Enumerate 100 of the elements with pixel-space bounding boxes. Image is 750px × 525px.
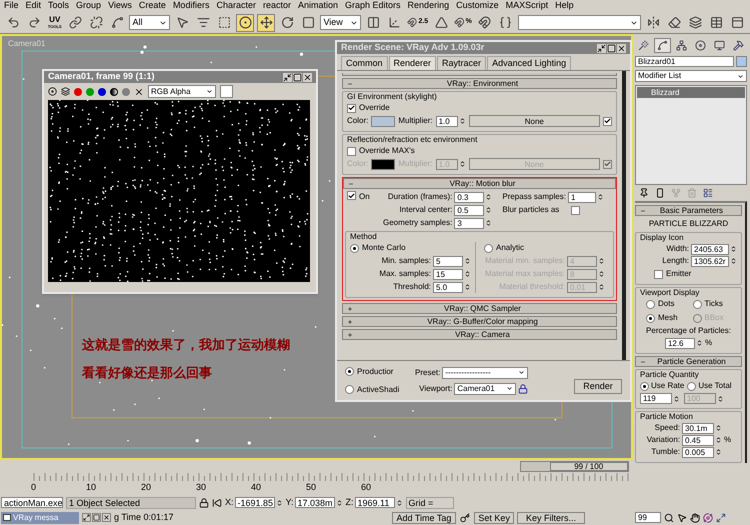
- number-field[interactable]: 2405.63: [691, 244, 729, 254]
- number-field[interactable]: 1.0: [436, 116, 458, 126]
- number-field[interactable]: 5: [433, 256, 463, 266]
- search-icon[interactable]: [664, 512, 674, 522]
- viewport-dropdown[interactable]: Camera01: [454, 382, 516, 394]
- radio-button[interactable]: [687, 382, 696, 390]
- maximize-icon[interactable]: [607, 44, 616, 52]
- toolbar-button[interactable]: [236, 14, 254, 32]
- number-field[interactable]: 119: [640, 393, 672, 404]
- minimize-icon[interactable]: [283, 72, 292, 82]
- menu-item[interactable]: Animation: [298, 0, 338, 13]
- number-field[interactable]: 1: [568, 192, 596, 202]
- spinner-arrows-icon[interactable]: [730, 256, 737, 266]
- menu-item[interactable]: Help: [555, 0, 574, 13]
- time-slider-thumb[interactable]: 99 / 100: [550, 462, 628, 471]
- spinner-arrows-icon[interactable]: [715, 435, 722, 445]
- close-icon[interactable]: [102, 513, 111, 522]
- radio-button[interactable]: [646, 300, 655, 308]
- dialog-tab[interactable]: Advanced Lighting: [487, 56, 572, 70]
- color-swatch[interactable]: [371, 116, 396, 126]
- maxscript-field[interactable]: actionMan.exe: [1, 497, 63, 508]
- command-tab[interactable]: [654, 38, 671, 53]
- dropdown[interactable]: All: [129, 15, 170, 30]
- spinner-arrows-icon[interactable]: [730, 244, 737, 254]
- dialog-tab[interactable]: Raytracer: [437, 56, 486, 70]
- checkbox[interactable]: [347, 146, 356, 156]
- rollout-header[interactable]: VRay:: QMC Sampler: [342, 303, 617, 314]
- number-field[interactable]: 0.5: [454, 204, 484, 216]
- checkbox[interactable]: [603, 160, 612, 168]
- pin-icon[interactable]: [639, 188, 649, 198]
- menu-item[interactable]: reactor: [262, 0, 291, 13]
- spinner-arrows-icon[interactable]: [715, 423, 722, 433]
- number-field[interactable]: 17.038m: [294, 497, 335, 508]
- menu-item[interactable]: Views: [108, 0, 132, 13]
- toolbar-button[interactable]: [257, 14, 276, 32]
- number-field[interactable]: 3: [454, 218, 484, 228]
- number-field[interactable]: 30.1m: [682, 422, 714, 434]
- rollout-header[interactable]: VRay:: G-Buffer/Color mapping: [342, 316, 617, 327]
- number-field[interactable]: 1305.62r: [691, 256, 729, 266]
- dropdown[interactable]: View: [320, 15, 362, 30]
- spinner-arrows-icon[interactable]: [598, 269, 605, 279]
- spinner-arrows-icon[interactable]: [598, 256, 605, 266]
- checkbox[interactable]: [571, 206, 580, 214]
- add-time-tag-button[interactable]: Add Time Tag: [392, 512, 456, 524]
- clear-icon[interactable]: [134, 86, 144, 96]
- spinner-arrows-icon[interactable]: [276, 498, 283, 508]
- spinner-arrows-icon[interactable]: [485, 192, 492, 202]
- spinner-arrows-icon[interactable]: [717, 394, 724, 404]
- spinner-arrows-icon[interactable]: [715, 447, 722, 457]
- number-field[interactable]: 0.005: [682, 446, 714, 458]
- set-key-button[interactable]: Set Key: [474, 512, 514, 524]
- menu-item[interactable]: Customize: [456, 0, 499, 13]
- orbit-icon[interactable]: [703, 512, 713, 522]
- menu-item[interactable]: Character: [216, 0, 256, 13]
- number-field[interactable]: 15: [433, 268, 463, 280]
- checkbox[interactable]: [347, 191, 356, 200]
- checkbox[interactable]: [654, 270, 663, 278]
- map-button[interactable]: None: [468, 115, 600, 127]
- spinner-arrows-icon[interactable]: [396, 498, 403, 508]
- spinner-arrows-icon[interactable]: [596, 192, 604, 202]
- dialog-tab[interactable]: Common: [341, 56, 388, 70]
- frame-field[interactable]: 99: [635, 512, 661, 523]
- time-slider-track[interactable]: 99 / 100: [520, 461, 629, 472]
- radio-button[interactable]: [646, 314, 655, 322]
- pointer-icon[interactable]: [677, 512, 687, 522]
- spinner-arrows-icon[interactable]: [336, 498, 343, 508]
- radio-button[interactable]: [350, 244, 359, 252]
- number-field[interactable]: 0.3: [454, 192, 484, 202]
- radio-button[interactable]: [692, 300, 702, 308]
- menu-item[interactable]: Tools: [48, 0, 70, 13]
- radio-button[interactable]: [345, 385, 354, 394]
- spinner-arrows-icon[interactable]: [485, 218, 492, 228]
- spinner-arrows-icon[interactable]: [485, 205, 492, 215]
- color-swatch[interactable]: [220, 85, 233, 98]
- dropdown[interactable]: [518, 15, 641, 30]
- menu-item[interactable]: Rendering: [408, 0, 450, 13]
- configure-icon[interactable]: [703, 188, 713, 198]
- color-swatch[interactable]: [371, 158, 396, 170]
- number-field[interactable]: 1969.11: [354, 497, 395, 508]
- number-field[interactable]: 5.0: [433, 282, 463, 292]
- spinner-arrows-icon[interactable]: [464, 256, 471, 266]
- key-icon[interactable]: [459, 512, 472, 522]
- spinner-arrows-icon[interactable]: [696, 338, 703, 348]
- channel-dropdown[interactable]: RGB Alpha: [148, 85, 216, 98]
- checkbox[interactable]: [347, 104, 356, 112]
- checkbox[interactable]: [603, 116, 612, 126]
- preset-dropdown[interactable]: -----------------: [442, 366, 528, 378]
- close-icon[interactable]: [617, 44, 626, 52]
- stack-item[interactable]: Blizzard: [637, 87, 745, 98]
- spinner-arrows-icon[interactable]: [458, 159, 466, 169]
- minimize-icon[interactable]: [597, 44, 606, 52]
- number-field[interactable]: 12.6: [664, 338, 695, 348]
- render-button[interactable]: Render: [574, 379, 622, 394]
- menu-item[interactable]: MAXScript: [506, 0, 548, 13]
- spinner-arrows-icon[interactable]: [464, 282, 471, 292]
- close-icon[interactable]: [303, 72, 312, 82]
- number-field[interactable]: 0.45: [682, 434, 714, 446]
- menu-item[interactable]: Create: [138, 0, 166, 13]
- rollout-header[interactable]: Particle Generation: [635, 356, 742, 367]
- modifier-list-dropdown[interactable]: Modifier List: [635, 70, 747, 82]
